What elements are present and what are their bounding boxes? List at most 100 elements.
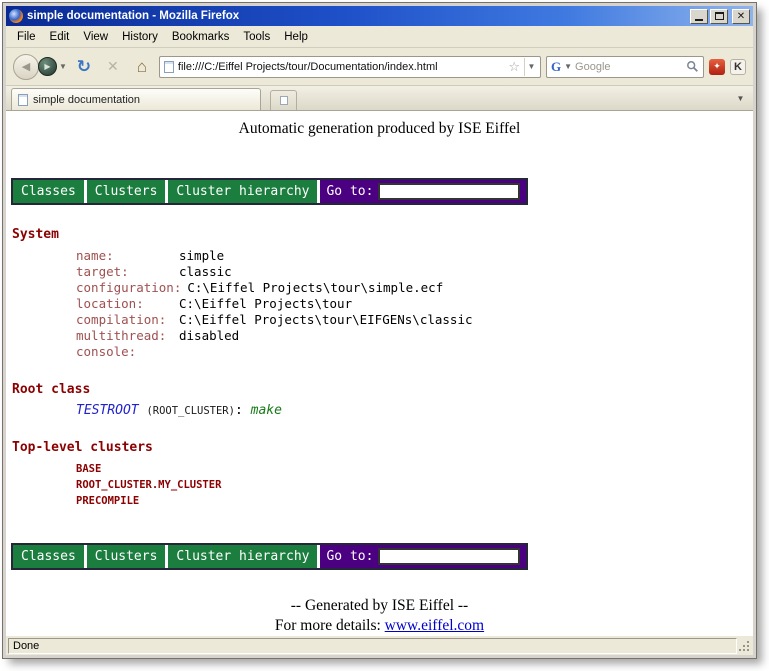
system-row: configuration: C:\Eiffel Projects\tour\si…	[76, 280, 753, 296]
goto-panel: Go to:	[320, 180, 526, 203]
list-all-tabs-button[interactable]: ▼	[733, 90, 748, 106]
menubar: File Edit View History Bookmarks Tools H…	[6, 26, 753, 48]
status-text: Done	[8, 638, 737, 654]
system-section: System name: simple target: classic config…	[6, 227, 753, 360]
cluster-hierarchy-button[interactable]: Cluster hierarchy	[168, 180, 317, 203]
footer-details-prefix: For more details:	[275, 617, 385, 634]
clusters-button[interactable]: Clusters	[87, 180, 166, 203]
firefox-icon	[9, 9, 23, 23]
system-key: compilation:	[76, 312, 173, 328]
forward-button[interactable]: ▶	[38, 57, 57, 76]
system-value: simple	[179, 248, 224, 263]
bookmark-star-icon[interactable]: ☆	[508, 60, 520, 73]
home-icon: ⌂	[137, 57, 147, 77]
reload-button[interactable]: ↻	[72, 55, 96, 79]
root-class-heading: Root class	[12, 382, 753, 397]
search-placeholder[interactable]: Google	[575, 61, 683, 73]
system-value: C:\Eiffel Projects\tour\simple.ecf	[187, 280, 443, 295]
doc-footer: -- Generated by ISE Eiffel -- For more d…	[6, 596, 753, 635]
goto-label: Go to:	[326, 184, 373, 199]
window-title: simple documentation - Mozilla Firefox	[27, 10, 686, 22]
goto-panel-bottom: Go to:	[320, 545, 526, 568]
reload-icon: ↻	[77, 57, 91, 77]
url-text[interactable]: file:///C:/Eiffel Projects/tour/Document…	[178, 61, 504, 73]
system-value: C:\Eiffel Projects\tour\EIFGENs\classic	[179, 312, 473, 327]
search-box[interactable]: G ▼ Google	[546, 56, 704, 78]
menu-bookmarks[interactable]: Bookmarks	[165, 28, 237, 46]
system-key: configuration:	[76, 280, 181, 296]
system-row: console:	[76, 344, 753, 360]
system-key: location:	[76, 296, 173, 312]
history-dropdown-icon[interactable]: ▼	[59, 62, 67, 71]
doc-navbar-top: Classes Clusters Cluster hierarchy Go to…	[11, 178, 528, 205]
footer-generated-line: -- Generated by ISE Eiffel --	[6, 596, 753, 616]
system-key: console:	[76, 344, 173, 360]
system-heading: System	[12, 227, 753, 242]
tab-page-icon	[18, 94, 28, 106]
root-class-line: TESTROOT (ROOT_CLUSTER): make	[76, 403, 753, 418]
url-bar[interactable]: file:///C:/Eiffel Projects/tour/Document…	[159, 56, 541, 78]
stub-page-icon	[280, 96, 288, 105]
goto-input-bottom[interactable]	[378, 548, 520, 565]
classes-button-bottom[interactable]: Classes	[13, 545, 84, 568]
extension-icon-k[interactable]: K	[730, 59, 746, 75]
root-class-link[interactable]: TESTROOT	[76, 403, 139, 418]
root-class-colon: :	[235, 403, 243, 418]
doc-navbar-bottom: Classes Clusters Cluster hierarchy Go to…	[11, 543, 528, 570]
google-logo-icon: G	[551, 59, 561, 75]
menu-edit[interactable]: Edit	[43, 28, 77, 46]
clusters-button-bottom[interactable]: Clusters	[87, 545, 166, 568]
eiffel-website-link[interactable]: www.eiffel.com	[385, 617, 484, 634]
navigation-toolbar: ◀ ▶ ▼ ↻ ✕ ⌂ file:///C:/Eiffel Projects/t…	[6, 48, 753, 86]
root-class-section: Root class TESTROOT (ROOT_CLUSTER): make	[6, 382, 753, 418]
goto-label-bottom: Go to:	[326, 549, 373, 564]
cluster-link-base[interactable]: BASE	[76, 461, 753, 477]
system-value: classic	[179, 264, 232, 279]
system-properties: name: simple target: classic configuration…	[76, 248, 753, 360]
minimize-button[interactable]	[690, 9, 708, 24]
back-button[interactable]: ◀	[13, 54, 39, 80]
system-key: target:	[76, 264, 173, 280]
menu-tools[interactable]: Tools	[236, 28, 277, 46]
clusters-section: Top-level clusters BASE ROOT_CLUSTER.MY_…	[6, 440, 753, 509]
inactive-tab-stub[interactable]	[270, 90, 297, 110]
close-button[interactable]: ✕	[732, 9, 750, 24]
extension-icon-red[interactable]: ✦	[709, 59, 725, 75]
root-cluster-ref: (ROOT_CLUSTER)	[146, 405, 235, 417]
cluster-hierarchy-button-bottom[interactable]: Cluster hierarchy	[168, 545, 317, 568]
system-row: compilation: C:\Eiffel Projects\tour\EIFG…	[76, 312, 753, 328]
cluster-list: BASE ROOT_CLUSTER.MY_CLUSTER PRECOMPILE	[76, 461, 753, 509]
search-engine-dropdown[interactable]: ▼	[564, 62, 572, 71]
url-dropdown-button[interactable]: ▼	[524, 58, 538, 76]
root-feature-link[interactable]: make	[251, 403, 282, 418]
menu-history[interactable]: History	[115, 28, 165, 46]
cluster-link-root-cluster-my-cluster[interactable]: ROOT_CLUSTER.MY_CLUSTER	[76, 477, 753, 493]
stop-button[interactable]: ✕	[101, 55, 125, 79]
system-row: multithread:disabled	[76, 328, 753, 344]
classes-button[interactable]: Classes	[13, 180, 84, 203]
minimize-icon	[695, 19, 703, 21]
menu-help[interactable]: Help	[277, 28, 315, 46]
firefox-window: simple documentation - Mozilla Firefox ✕…	[3, 3, 756, 658]
resize-grip[interactable]	[737, 638, 751, 654]
system-value: C:\Eiffel Projects\tour	[179, 296, 352, 311]
search-icon[interactable]	[686, 60, 699, 73]
close-icon: ✕	[737, 10, 745, 23]
system-row: target: classic	[76, 264, 753, 280]
menu-file[interactable]: File	[10, 28, 43, 46]
page-favicon	[164, 61, 174, 73]
maximize-button[interactable]	[710, 9, 728, 24]
system-key: multithread:	[76, 328, 173, 344]
tab-bar: simple documentation ▼	[6, 86, 753, 111]
tab-simple-documentation[interactable]: simple documentation	[11, 88, 261, 110]
goto-input[interactable]	[378, 183, 520, 200]
menu-view[interactable]: View	[76, 28, 115, 46]
system-row: name: simple	[76, 248, 753, 264]
cluster-link-precompile[interactable]: PRECOMPILE	[76, 493, 753, 509]
titlebar[interactable]: simple documentation - Mozilla Firefox ✕	[6, 6, 753, 26]
status-bar: Done	[6, 635, 753, 655]
home-button[interactable]: ⌂	[130, 55, 154, 79]
doc-header: Automatic generation produced by ISE Eif…	[6, 120, 753, 138]
system-key: name:	[76, 248, 173, 264]
footer-details-line: For more details: www.eiffel.com	[6, 616, 753, 635]
